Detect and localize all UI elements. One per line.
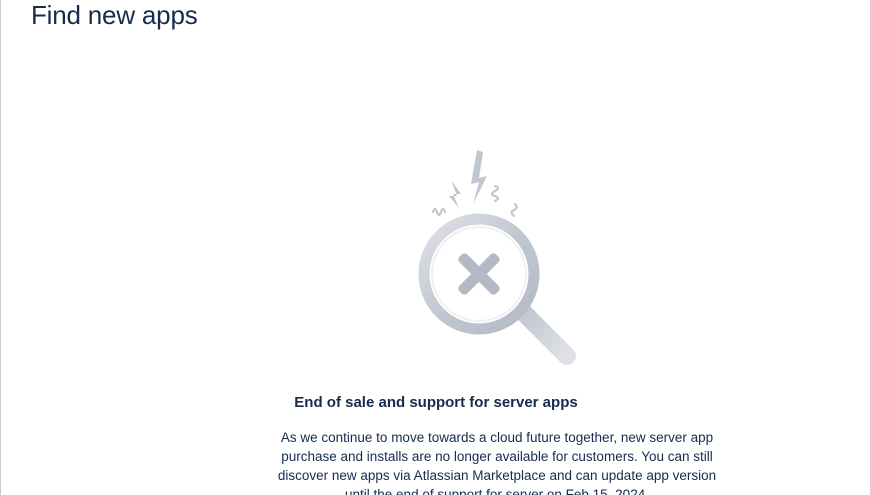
search-error-icon [411,146,591,372]
empty-state-description: As we continue to move towards a cloud f… [277,430,717,495]
page-title: Find new apps [31,0,198,30]
find-new-apps-page: Find new apps End of sale and support fo… [0,0,870,495]
empty-state-heading: End of sale and support for server apps [294,394,578,411]
